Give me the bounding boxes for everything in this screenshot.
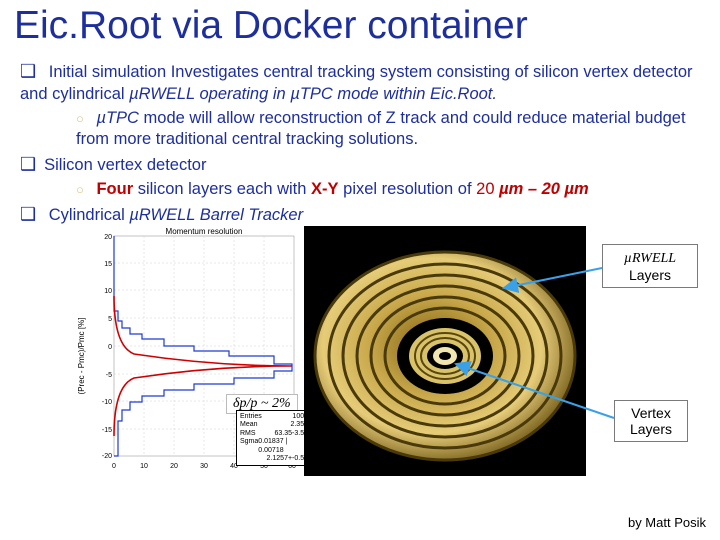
vertex-layers-label: Vertex Layers xyxy=(614,400,688,442)
slide-title: Eic.Root via Docker container xyxy=(14,4,528,48)
bullet-2: Silicon vertex detector xyxy=(20,153,704,177)
bullet-3: Cylindrical µRWELL Barrel Tracker xyxy=(20,203,704,227)
svg-text:5: 5 xyxy=(108,316,112,323)
text: silicon layers each with xyxy=(133,180,311,198)
svg-text:-10: -10 xyxy=(102,399,112,406)
svg-text:0: 0 xyxy=(108,344,112,351)
rwell-layers-label: µRWELL Layers xyxy=(602,244,698,288)
legend-k: Entries xyxy=(240,413,262,421)
legend-k: RMS xyxy=(240,430,256,438)
svg-text:20: 20 xyxy=(170,463,178,470)
svg-text:20: 20 xyxy=(104,234,112,241)
svg-text:-15: -15 xyxy=(102,427,112,434)
bullet-2-sub: Four silicon layers each with X-Y pixel … xyxy=(76,179,704,201)
bullet-list: Initial simulation Investigates central … xyxy=(20,60,704,228)
svg-text:10: 10 xyxy=(140,463,148,470)
text-four: Four xyxy=(96,180,133,198)
text: Cylindrical xyxy=(49,206,130,224)
legend-k: Sgma xyxy=(240,438,258,455)
text: mode will allow reconstruction of Z trac… xyxy=(76,109,686,149)
svg-text:15: 15 xyxy=(104,261,112,268)
text-val: 20 xyxy=(476,180,499,198)
svg-text:30: 30 xyxy=(200,463,208,470)
text: Layers xyxy=(630,421,672,437)
text: µRWELL operating in xyxy=(129,85,290,103)
fit-legend: Entries1000 Mean2.351 RMS63.35-3.50 Sgma… xyxy=(236,410,312,466)
text: Vertex xyxy=(631,405,671,421)
svg-text:0: 0 xyxy=(112,463,116,470)
svg-text:(Prec - Pmc)/Pmc [%]: (Prec - Pmc)/Pmc [%] xyxy=(77,318,86,395)
legend-k: Mean xyxy=(240,421,258,429)
legend-v: 2.1257+-0.54 xyxy=(267,455,308,463)
bullet-1: Initial simulation Investigates central … xyxy=(20,60,704,106)
text: µRWELL xyxy=(624,251,676,266)
legend-v: 63.35-3.50 xyxy=(275,430,308,438)
svg-text:-20: -20 xyxy=(102,453,112,460)
author-credit: by Matt Posik xyxy=(628,515,706,530)
arrow-vertex xyxy=(450,358,620,428)
svg-text:10: 10 xyxy=(104,288,112,295)
arrow-rwell xyxy=(500,264,610,294)
text: pixel resolution of xyxy=(339,180,477,198)
text-unit: µm – 20 µm xyxy=(499,180,589,198)
text: µTPC mode within Eic.Root. xyxy=(290,85,497,103)
text: µRWELL Barrel Tracker xyxy=(129,206,303,224)
text: Layers xyxy=(629,267,671,283)
bullet-1-sub: µTPC mode will allow reconstruction of Z… xyxy=(76,108,704,152)
legend-v: 0.01837 | 0.00718 xyxy=(258,438,308,455)
svg-text:-5: -5 xyxy=(106,372,112,379)
svg-text:Momentum resolution: Momentum resolution xyxy=(166,227,243,236)
text-xy: X-Y xyxy=(311,180,339,198)
text: µTPC xyxy=(96,109,139,127)
